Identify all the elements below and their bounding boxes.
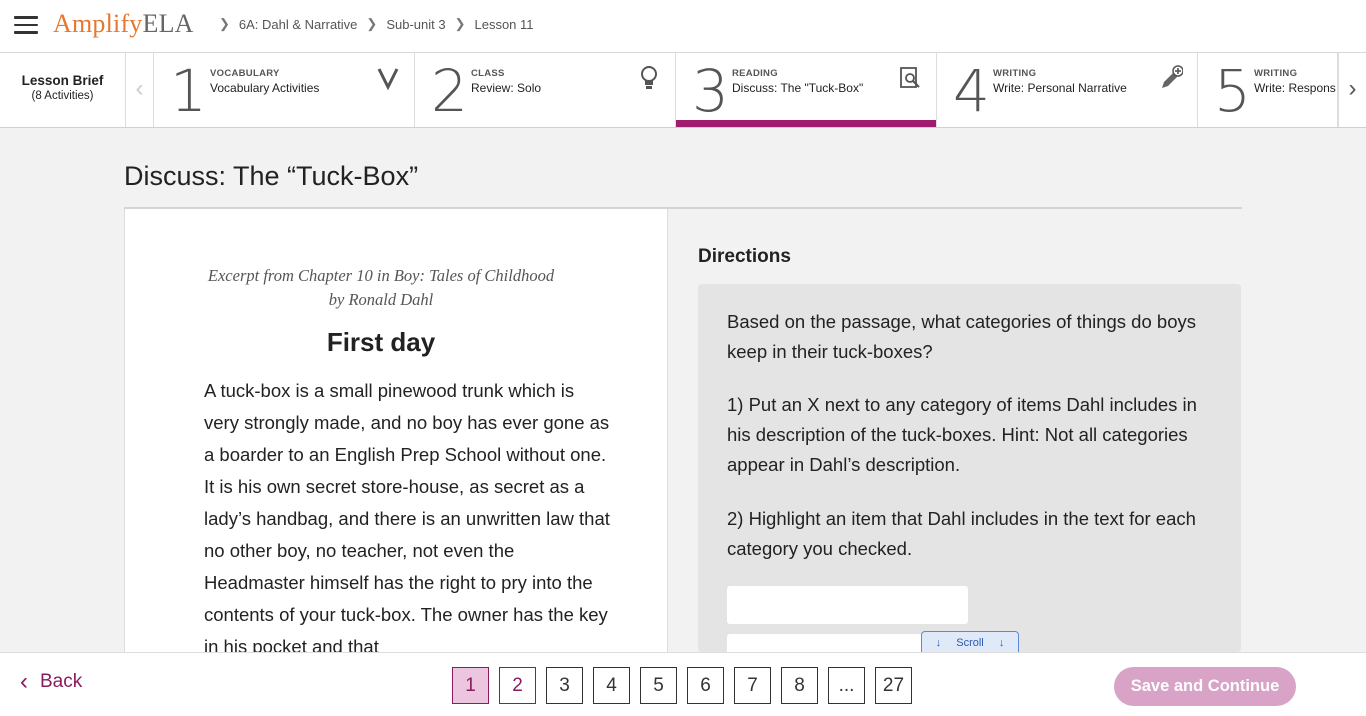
back-label: Back (40, 671, 83, 692)
amplify-ela-logo[interactable]: AmplifyELA (53, 9, 194, 39)
page-button[interactable]: 3 (546, 667, 583, 704)
directions-step-1: 1) Put an X next to any category of item… (727, 394, 1197, 475)
menu-icon[interactable] (14, 16, 38, 34)
arrow-down-icon: ↓ (935, 637, 942, 649)
chevron-right-icon: ❯ (219, 16, 230, 31)
activity-name: Write: Personal Narrative (993, 81, 1127, 95)
activities-prev-arrow[interactable]: ‹ (126, 53, 154, 127)
activity-number: 1 (170, 57, 207, 125)
active-activity-indicator (676, 120, 936, 127)
activities-next-arrow[interactable]: › (1338, 53, 1366, 127)
activity-kind: WRITING (993, 68, 1037, 79)
passage-title: First day (326, 327, 436, 357)
activity-4[interactable]: 4 WRITING Write: Personal Narrative (937, 53, 1198, 127)
pencil-plus-icon (1162, 65, 1183, 88)
vocabulary-v-icon (377, 68, 399, 91)
activity-name: Discuss: The "Tuck-Box" (732, 81, 864, 95)
directions-step-2: 2) Highlight an item that Dahl includes … (727, 508, 1196, 559)
page-title: Discuss: The “Tuck-Box” (124, 161, 419, 191)
lightbulb-icon (641, 66, 657, 89)
chevron-right-icon: ❯ (454, 16, 466, 31)
passage-text[interactable]: A tuck-box is a small pinewood trunk whi… (204, 375, 614, 652)
activity-1[interactable]: 1 VOCABULARY Vocabulary Activities (154, 53, 415, 127)
logo-main-text: Amplify (53, 9, 143, 38)
page-button[interactable]: 6 (687, 667, 724, 704)
page-button[interactable]: 4 (593, 667, 630, 704)
lesson-brief-count: (8 Activities) (31, 90, 94, 102)
excerpt-source: Excerpt from Chapter 10 in Boy: Tales of… (125, 264, 637, 312)
pagination: 1 2 3 4 5 6 7 8 ... 27 (452, 667, 922, 704)
activity-3[interactable]: 3 READING Discuss: The "Tuck-Box" (676, 53, 937, 127)
excerpt-title: Excerpt from Chapter 10 in Boy: Tales of… (207, 266, 555, 285)
save-and-continue-button[interactable]: Save and Continue (1114, 667, 1296, 706)
directions-heading: Directions (698, 246, 791, 267)
category-checkbox-row[interactable] (727, 586, 968, 624)
activity-number: 3 (692, 57, 729, 125)
page-button[interactable]: 2 (499, 667, 536, 704)
page-ellipsis[interactable]: ... (828, 667, 865, 704)
breadcrumb-subunit[interactable]: Sub-unit 3 (386, 17, 445, 32)
lesson-brief-title: Lesson Brief (21, 73, 104, 88)
breadcrumb-unit[interactable]: 6A: Dahl & Narrative (239, 17, 358, 32)
breadcrumb-lesson[interactable]: Lesson 11 (474, 17, 533, 32)
footer-nav: ‹ Back 1 2 3 4 5 6 7 8 ... 27 Save and C… (0, 652, 1366, 716)
logo-sub-text: ELA (142, 9, 194, 38)
page-button[interactable]: 5 (640, 667, 677, 704)
page-button[interactable]: 7 (734, 667, 771, 704)
activity-name: Vocabulary Activities (210, 81, 320, 95)
document-search-icon (900, 67, 920, 88)
breadcrumb: ❯ 6A: Dahl & Narrative ❯ Sub-unit 3 ❯ Le… (212, 16, 534, 32)
chevron-right-icon: ❯ (366, 16, 378, 31)
page-button[interactable]: 8 (781, 667, 818, 704)
page-button-last[interactable]: 27 (875, 667, 912, 704)
activity-kind: VOCABULARY (210, 68, 280, 79)
activity-number: 4 (953, 57, 990, 125)
arrow-down-icon: ↓ (998, 637, 1005, 649)
directions-panel[interactable]: Based on the passage, what categories of… (698, 284, 1241, 652)
activity-bar: Lesson Brief (8 Activities) ‹ 1 VOCABULA… (0, 53, 1366, 128)
chevron-left-icon: ‹ (20, 668, 28, 695)
activity-5[interactable]: 5 WRITING Write: Respons (1198, 53, 1338, 127)
back-button[interactable]: ‹ Back (20, 668, 83, 695)
activity-2[interactable]: 2 CLASS Review: Solo (415, 53, 676, 127)
activity-kind: CLASS (471, 68, 505, 79)
activity-number: 2 (431, 57, 468, 125)
scroll-label: Scroll (956, 637, 984, 649)
excerpt-author: by Ronald Dahl (328, 290, 434, 309)
activity-number: 5 (1214, 57, 1251, 125)
activity-kind: READING (732, 68, 778, 79)
directions-question: Based on the passage, what categories of… (727, 311, 1196, 362)
activity-name: Review: Solo (471, 81, 542, 95)
activity-name: Write: Respons (1254, 81, 1336, 95)
lesson-brief-button[interactable]: Lesson Brief (8 Activities) (0, 53, 126, 127)
top-header: AmplifyELA ❯ 6A: Dahl & Narrative ❯ Sub-… (0, 0, 1366, 53)
page-button-current[interactable]: 1 (452, 667, 489, 704)
activity-kind: WRITING (1254, 68, 1298, 79)
reading-pane[interactable]: Excerpt from Chapter 10 in Boy: Tales of… (124, 209, 668, 652)
